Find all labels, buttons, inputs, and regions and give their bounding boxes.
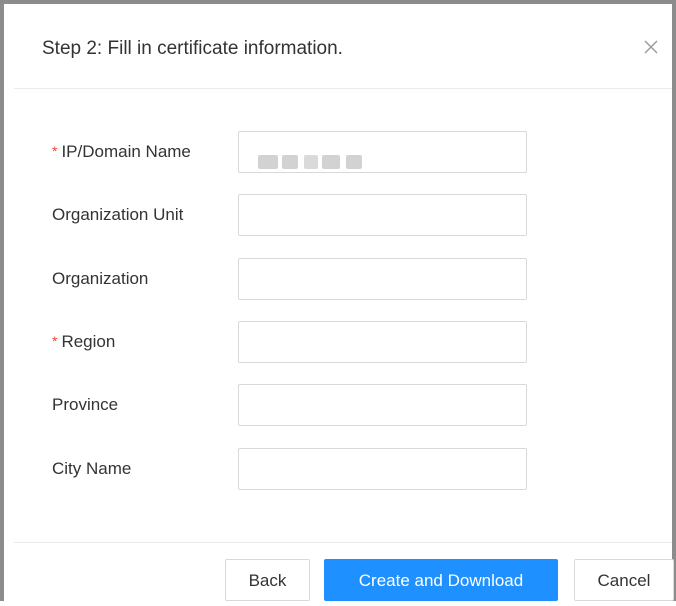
region-label-text: Region <box>61 332 116 351</box>
form-row-region: * Region <box>14 321 672 365</box>
province-label: Province <box>52 395 119 414</box>
certificate-dialog: Step 2: Fill in certificate information.… <box>14 8 674 606</box>
redacted-value <box>258 155 362 169</box>
form-row-province: Province <box>14 384 672 428</box>
ip-domain-label-text: IP/Domain Name <box>61 142 191 161</box>
close-icon <box>644 40 658 54</box>
organization-unit-label: Organization Unit <box>52 205 184 224</box>
required-marker: * <box>52 333 58 349</box>
cancel-button[interactable]: Cancel <box>574 559 674 601</box>
region-input[interactable] <box>238 321 527 363</box>
close-button[interactable] <box>640 36 662 58</box>
form-row-organization: Organization <box>14 258 672 302</box>
city-name-input[interactable] <box>238 448 527 490</box>
organization-input[interactable] <box>238 258 527 300</box>
create-and-download-button[interactable]: Create and Download <box>324 559 558 601</box>
city-name-label: City Name <box>52 459 132 478</box>
dialog-footer: Back Create and Download Cancel <box>14 542 674 606</box>
form-row-organization-unit: Organization Unit <box>14 194 672 238</box>
required-marker: * <box>52 143 58 159</box>
organization-unit-input[interactable] <box>238 194 527 236</box>
form-row-city-name: City Name <box>14 448 672 492</box>
window-frame: Step 2: Fill in certificate information.… <box>0 0 676 605</box>
back-button[interactable]: Back <box>225 559 310 601</box>
province-input[interactable] <box>238 384 527 426</box>
region-label: * Region <box>52 332 115 352</box>
dialog-header: Step 2: Fill in certificate information. <box>14 8 672 89</box>
ip-domain-label: * IP/Domain Name <box>52 142 191 162</box>
dialog-title: Step 2: Fill in certificate information. <box>42 38 343 59</box>
organization-label: Organization <box>52 269 149 288</box>
